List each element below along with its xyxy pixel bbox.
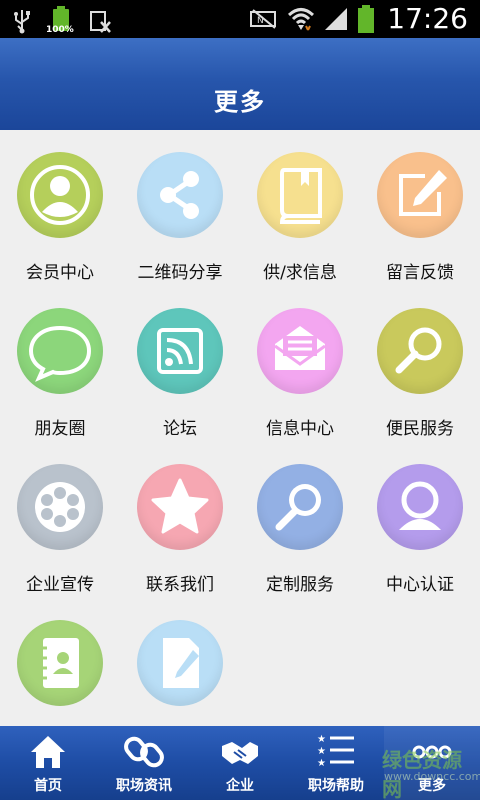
document-edit-icon <box>163 638 199 688</box>
svg-text:N: N <box>257 16 264 26</box>
grid-item-label: 朋友圈 <box>34 419 86 439</box>
mail-icon <box>274 326 326 370</box>
grid-item-circle <box>257 464 343 550</box>
grid-item-custom-service[interactable]: 定制服务 <box>240 442 360 598</box>
tab-home[interactable]: 首页 <box>0 726 96 800</box>
chat-bubble-icon <box>28 325 92 382</box>
tab-career-news[interactable]: 职场资讯 <box>96 726 192 800</box>
battery-icon: 100% <box>46 6 74 36</box>
grid-item-circle <box>17 620 103 706</box>
grid-item-label: 便民服务 <box>386 419 454 439</box>
grid-item-label: 二维码分享 <box>137 263 223 283</box>
star-icon <box>151 478 209 534</box>
edit-icon <box>399 170 447 216</box>
grid-item-circle <box>17 464 103 550</box>
tab-more[interactable]: 更多 <box>384 726 480 800</box>
page-title: 更多 <box>214 88 266 116</box>
grid-item-label: 供/求信息 <box>263 263 337 283</box>
home-icon <box>31 736 65 768</box>
tab-career-help[interactable]: ★ ★ ★ 职场帮助 <box>288 726 384 800</box>
keyboard-icon <box>90 11 111 33</box>
grid-item-moments[interactable]: 朋友圈 <box>0 286 120 442</box>
grid-item-supply-demand[interactable]: 供/求信息 <box>240 130 360 286</box>
grid-item-contact-us[interactable]: 联系我们 <box>120 442 240 598</box>
film-reel-icon <box>35 482 85 532</box>
grid-item-circle <box>377 152 463 238</box>
user-icon <box>399 481 441 530</box>
book-icon <box>279 168 322 224</box>
svg-text:★: ★ <box>317 758 326 769</box>
grid-item-label: 会员中心 <box>26 263 94 283</box>
tab-label: 职场资讯 <box>116 778 172 794</box>
grid-item-circle <box>17 308 103 394</box>
grid-item-certification[interactable]: 中心认证 <box>360 442 480 598</box>
grid-item-member-center[interactable]: 会员中心 <box>0 130 120 286</box>
rss-icon <box>157 328 203 374</box>
grid-item-label: 定制服务 <box>266 575 334 595</box>
link-icon <box>124 736 164 768</box>
grid-item-qr-share[interactable]: 二维码分享 <box>120 130 240 286</box>
tab-label: 企业 <box>226 778 254 794</box>
clock: 17:26 <box>387 2 468 35</box>
grid-item-convenience[interactable]: 便民服务 <box>360 286 480 442</box>
list-icon: ★ ★ ★ <box>317 734 354 769</box>
grid-item-label: 论坛 <box>163 419 197 439</box>
tab-enterprise[interactable]: 企业 <box>192 726 288 800</box>
grid-item-circle <box>257 152 343 238</box>
grid-item-feedback[interactable]: 留言反馈 <box>360 130 480 286</box>
grid-item-circle <box>377 308 463 394</box>
member-icon <box>30 165 90 225</box>
usb-icon <box>14 10 30 34</box>
grid-item-circle <box>377 464 463 550</box>
tab-label: 更多 <box>418 778 446 794</box>
grid-item-circle <box>17 152 103 238</box>
tab-label: 职场帮助 <box>308 778 364 794</box>
contacts-book-icon <box>39 638 79 688</box>
grid-item-label: 留言反馈 <box>386 263 454 283</box>
battery-percent: 100% <box>46 25 74 35</box>
grid-item-label: 中心认证 <box>386 575 454 595</box>
header-bar: 更多 <box>0 38 480 130</box>
grid-item-label: 企业宣传 <box>26 575 94 595</box>
grid-item-circle <box>137 464 223 550</box>
grid-item-circle <box>137 620 223 706</box>
share-icon <box>160 171 199 219</box>
more-dots-icon <box>412 745 452 759</box>
grid-item-company-promo[interactable]: 企业宣传 <box>0 442 120 598</box>
bottom-tab-bar: 首页 职场资讯 企业 ★ ★ ★ 职场帮助 更多 绿色资源网 www.downc… <box>0 726 480 800</box>
tab-label: 首页 <box>34 778 62 794</box>
status-bar: 100% N 17:26 <box>0 0 480 38</box>
grid-item-label: 联系我们 <box>146 575 214 595</box>
grid-item-circle <box>257 308 343 394</box>
grid-item-circle <box>137 308 223 394</box>
nfc-icon: N <box>250 9 277 29</box>
magnifier-icon <box>275 484 321 531</box>
svg-text:★: ★ <box>317 734 326 745</box>
battery-full-icon <box>358 5 375 33</box>
handshake-icon <box>222 742 258 764</box>
svg-text:★: ★ <box>317 746 326 757</box>
signal-icon <box>325 8 348 30</box>
grid-item-forum[interactable]: 论坛 <box>120 286 240 442</box>
grid-item-circle <box>137 152 223 238</box>
grid-item-message-center[interactable]: 信息中心 <box>240 286 360 442</box>
wifi-icon <box>288 8 315 31</box>
search-icon <box>395 327 442 374</box>
grid-item-label: 信息中心 <box>266 419 334 439</box>
